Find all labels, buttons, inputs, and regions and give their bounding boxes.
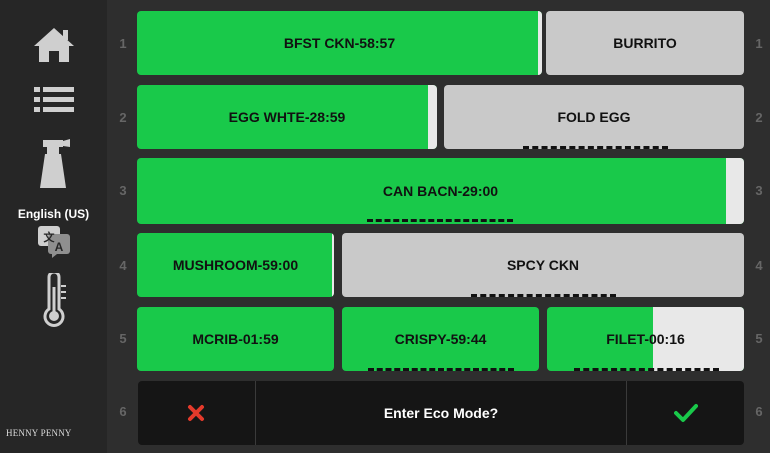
confirm-button[interactable] <box>627 381 744 445</box>
product-cell-egg-whte[interactable]: EGG WHTE-28:59 <box>137 85 437 149</box>
product-cell-fold-egg[interactable]: FOLD EGG <box>444 85 744 149</box>
eco-mode-text: Enter Eco Mode? <box>383 405 499 421</box>
thermometer-icon <box>43 273 66 327</box>
product-cell-crispy[interactable]: CRISPY-59:44 <box>342 307 539 371</box>
product-label: EGG WHTE-28:59 <box>228 109 346 125</box>
progress-remainder <box>537 11 542 75</box>
home-button[interactable] <box>0 20 107 68</box>
brand-logo: HENNY PENNY <box>6 428 72 438</box>
product-label: SPCY CKN <box>506 257 580 273</box>
eco-mode-prompt: Enter Eco Mode? <box>138 381 744 445</box>
row-number-left: 1 <box>119 36 127 51</box>
row-number-right: 5 <box>755 331 763 346</box>
product-cell-spcy-ckn[interactable]: SPCY CKN <box>342 233 744 297</box>
product-cell-mushroom[interactable]: MUSHROOM-59:00 <box>137 233 334 297</box>
product-label: FILET-00:16 <box>606 331 685 347</box>
product-label: FOLD EGG <box>557 109 631 125</box>
product-cell-can-bacn[interactable]: CAN BACN-29:00 <box>137 158 744 224</box>
product-label: BFST CKN-58:57 <box>283 35 396 51</box>
product-cell-bfst-ckn[interactable]: BFST CKN-58:57 <box>137 11 542 75</box>
translate-icon: 文 A <box>37 226 70 258</box>
row-number-left: 6 <box>119 404 127 419</box>
row-number-left: 5 <box>119 331 127 346</box>
temperature-button[interactable] <box>0 272 107 330</box>
clean-button[interactable] <box>0 138 107 190</box>
close-icon <box>188 405 205 421</box>
svg-text:A: A <box>54 240 63 254</box>
spray-bottle-icon <box>39 139 70 188</box>
dashed-indicator <box>574 368 719 371</box>
row-number-right: 3 <box>755 183 763 198</box>
dashed-indicator <box>523 146 668 149</box>
product-label: CAN BACN-29:00 <box>382 183 499 199</box>
sidebar: English (US) 文 A HENNY PENNY <box>0 0 107 453</box>
language-button[interactable]: 文 A <box>0 222 107 260</box>
list-button[interactable] <box>0 80 107 120</box>
home-icon <box>33 28 74 62</box>
language-label: English (US) <box>17 207 90 221</box>
cancel-button[interactable] <box>138 381 256 445</box>
row-number-right: 6 <box>755 404 763 419</box>
progress-remainder <box>428 85 437 149</box>
row-number-right: 2 <box>755 110 763 125</box>
row-number-left: 2 <box>119 110 127 125</box>
progress-remainder <box>332 233 334 297</box>
row-number-left: 4 <box>119 258 127 273</box>
dashed-indicator <box>471 294 616 297</box>
product-label: MUSHROOM-59:00 <box>172 257 299 273</box>
row-number-left: 3 <box>119 183 127 198</box>
row-number-right: 4 <box>755 258 763 273</box>
product-label: BURRITO <box>613 35 677 51</box>
eco-mode-message: Enter Eco Mode? <box>256 381 628 445</box>
row-number-right: 1 <box>755 36 763 51</box>
product-cell-filet[interactable]: FILET-00:16 <box>547 307 744 371</box>
product-cell-mcrib[interactable]: MCRIB-01:59 <box>137 307 334 371</box>
list-icon <box>33 87 74 112</box>
checkmark-icon <box>673 404 698 422</box>
progress-remainder <box>725 158 744 224</box>
dashed-indicator <box>368 368 514 371</box>
product-cell-burrito[interactable]: BURRITO <box>546 11 744 75</box>
product-label: CRISPY-59:44 <box>394 331 487 347</box>
product-label: MCRIB-01:59 <box>192 331 279 347</box>
dashed-indicator <box>367 219 513 222</box>
